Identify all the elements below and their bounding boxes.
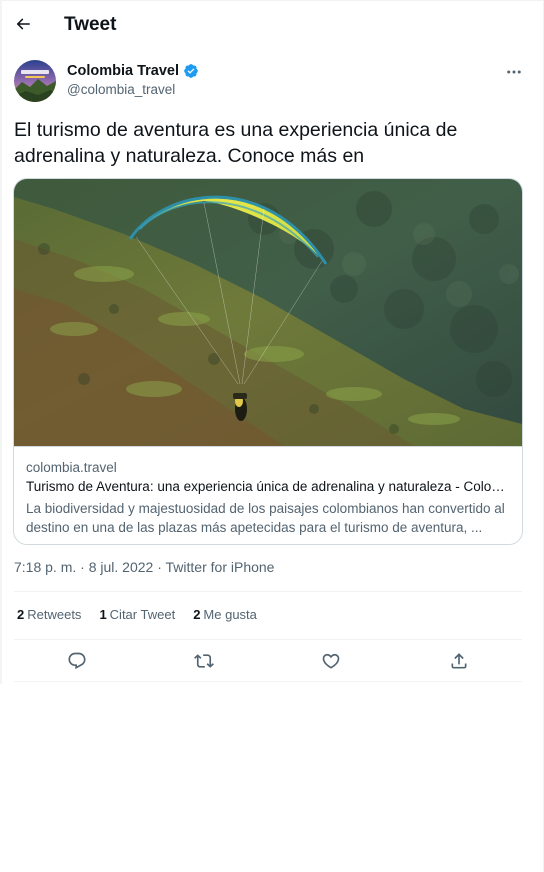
card-image[interactable] <box>14 179 522 446</box>
tweet-author: Colombia Travel @colombia_travel <box>14 60 524 104</box>
retweet-button[interactable] <box>190 647 218 675</box>
tweet-timestamp[interactable]: 7:18 p. m. · 8 jul. 2022 <box>14 559 153 575</box>
retweet-icon <box>194 654 214 668</box>
card-domain: colombia.travel <box>26 460 117 475</box>
tweet-meta: 7:18 p. m. · 8 jul. 2022 · Twitter for i… <box>14 559 274 575</box>
likes-stat[interactable]: 2 Me gusta <box>193 607 257 622</box>
divider <box>14 639 522 640</box>
like-icon <box>322 653 340 669</box>
retweets-label: Retweets <box>27 607 82 622</box>
card-description: La biodiversidad y majestuosidad de los … <box>26 501 505 535</box>
likes-count: 2 <box>193 607 201 622</box>
like-button[interactable] <box>317 647 345 675</box>
author-name-row: Colombia Travel <box>67 63 199 79</box>
quotes-count: 1 <box>99 607 107 622</box>
share-button[interactable] <box>445 647 473 675</box>
meta-separator: · <box>153 559 166 575</box>
tweet-actions <box>14 643 522 679</box>
header: Tweet <box>0 0 536 50</box>
meta-separator: · <box>76 559 89 575</box>
arrow-left-icon <box>16 18 30 30</box>
author-handle[interactable]: @colombia_travel <box>67 82 175 97</box>
tweet-text: El turismo de aventura es una experienci… <box>14 119 458 167</box>
paraglider-photo <box>14 179 522 446</box>
reply-button[interactable] <box>63 647 91 675</box>
reply-icon <box>68 652 86 670</box>
tweet-date: 8 jul. 2022 <box>88 559 154 575</box>
more-options-button[interactable] <box>502 62 526 82</box>
verified-badge-icon <box>184 64 198 78</box>
quotes-stat[interactable]: 1 Citar Tweet <box>99 607 175 622</box>
tweet-time: 7:18 p. m. <box>14 559 77 575</box>
likes-label: Me gusta <box>203 607 257 622</box>
card-title: Turismo de Aventura: una experiencia úni… <box>26 479 512 494</box>
retweets-count: 2 <box>17 607 25 622</box>
share-icon <box>451 653 467 669</box>
divider <box>14 591 522 592</box>
tweet-stats: 2 Retweets 1 Citar Tweet 2 Me gusta <box>17 607 257 622</box>
card-info[interactable]: colombia.travel Turismo de Aventura: una… <box>14 446 522 544</box>
more-dots-icon <box>507 70 521 74</box>
tweet-source[interactable]: Twitter for iPhone <box>166 559 275 575</box>
author-name[interactable]: Colombia Travel <box>67 63 179 79</box>
quotes-label: Citar Tweet <box>109 607 176 622</box>
page-title: Tweet <box>64 14 117 35</box>
left-border <box>0 0 2 684</box>
retweets-stat[interactable]: 2 Retweets <box>17 607 81 622</box>
divider <box>14 681 522 682</box>
link-card[interactable]: colombia.travel Turismo de Aventura: una… <box>13 178 523 545</box>
back-button[interactable] <box>8 9 38 39</box>
avatar[interactable] <box>14 60 56 102</box>
